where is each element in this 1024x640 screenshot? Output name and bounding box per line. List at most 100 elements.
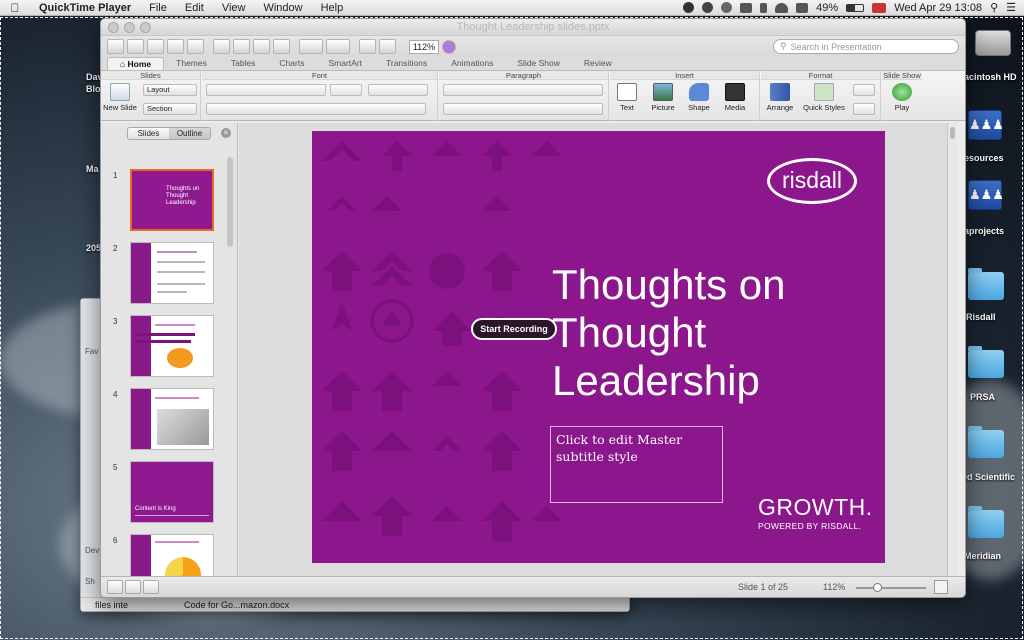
- desktop-item-label[interactable]: Ma: [86, 164, 99, 174]
- desktop-item-label[interactable]: Risdall: [966, 312, 996, 322]
- wifi-icon[interactable]: [775, 2, 789, 13]
- tab-transitions[interactable]: Transitions: [374, 57, 439, 70]
- desktop-item-label[interactable]: PRSA: [970, 392, 995, 402]
- normal-view-icon[interactable]: [107, 580, 123, 594]
- menu-window[interactable]: Window: [254, 2, 311, 14]
- presenter-view-icon[interactable]: [143, 580, 159, 594]
- list-buttons[interactable]: [443, 84, 603, 96]
- desktop-item-label[interactable]: esources: [964, 153, 1004, 163]
- start-recording-button[interactable]: Start Recording: [471, 318, 557, 340]
- section-button[interactable]: Section: [143, 103, 197, 115]
- fill-color-button[interactable]: [853, 84, 875, 96]
- menu-file[interactable]: File: [140, 2, 176, 14]
- help-icon[interactable]: [442, 39, 456, 54]
- time-machine-icon[interactable]: [721, 2, 733, 13]
- cut-icon[interactable]: [213, 39, 230, 54]
- tab-themes[interactable]: Themes: [164, 57, 219, 70]
- tab-smartart[interactable]: SmartArt: [316, 57, 374, 70]
- save-icon[interactable]: [167, 39, 184, 54]
- format-painter-icon[interactable]: [273, 39, 290, 54]
- tab-outline-view[interactable]: Outline: [169, 128, 210, 139]
- arrange-button[interactable]: Arrange: [763, 83, 797, 112]
- tab-home[interactable]: ⌂ Home: [107, 57, 165, 70]
- close-pane-icon[interactable]: ×: [221, 128, 231, 138]
- fit-to-window-icon[interactable]: [934, 580, 948, 594]
- folder-icon[interactable]: [968, 346, 1004, 378]
- stop-record-icon[interactable]: [702, 2, 714, 13]
- finder-item[interactable]: Code for Go...mazon.docx: [134, 600, 295, 610]
- apple-menu-icon[interactable]: : [0, 1, 30, 15]
- pane-scrollbar[interactable]: [227, 157, 233, 247]
- font-size-field[interactable]: [330, 84, 362, 96]
- desktop-item-label[interactable]: acintosh HD: [964, 72, 1017, 82]
- print-icon[interactable]: [187, 39, 204, 54]
- zoom-slider-track[interactable]: [856, 587, 926, 589]
- zoom-slider-knob[interactable]: [873, 583, 882, 592]
- desktop-item-label[interactable]: aprojects: [964, 226, 1004, 236]
- bluetooth-icon[interactable]: [760, 2, 768, 13]
- slide-thumbnail[interactable]: [130, 388, 214, 450]
- slide-thumbnail[interactable]: Content is King: [130, 461, 214, 523]
- airplay-icon[interactable]: [740, 2, 753, 13]
- desktop-item-label[interactable]: ed Scientific: [962, 472, 1015, 482]
- redo-icon[interactable]: [326, 39, 350, 54]
- paste-icon[interactable]: [253, 39, 270, 54]
- slide-title[interactable]: Thoughts on Thought Leadership: [552, 261, 872, 405]
- undo-icon[interactable]: [299, 39, 323, 54]
- evernote-icon[interactable]: [683, 2, 695, 13]
- menu-clock[interactable]: Wed Apr 29 13:08: [894, 2, 982, 14]
- open-icon[interactable]: [147, 39, 164, 54]
- copy-icon[interactable]: [233, 39, 250, 54]
- alignment-buttons[interactable]: [443, 103, 603, 115]
- insert-media-button[interactable]: Media: [718, 83, 752, 112]
- play-button[interactable]: Play: [885, 83, 919, 112]
- menu-edit[interactable]: Edit: [176, 2, 213, 14]
- layout-button[interactable]: Layout: [143, 84, 197, 96]
- insert-text-button[interactable]: Text: [610, 83, 644, 112]
- folder-icon[interactable]: [968, 268, 1004, 300]
- menu-view[interactable]: View: [213, 2, 255, 14]
- new-doc-icon[interactable]: [107, 39, 124, 54]
- templates-icon[interactable]: [127, 39, 144, 54]
- tab-animations[interactable]: Animations: [439, 57, 505, 70]
- finder-item[interactable]: files inte: [81, 600, 134, 610]
- slide-sorter-icon[interactable]: [125, 580, 141, 594]
- slide-thumbnail[interactable]: Thoughts on Thought Leadership: [130, 169, 214, 231]
- desktop-item-label[interactable]: Blo: [86, 84, 101, 94]
- font-grow-shrink[interactable]: [368, 84, 428, 96]
- canvas-scrollbar[interactable]: [947, 123, 957, 578]
- insert-shape-button[interactable]: Shape: [682, 83, 716, 112]
- tab-slides-view[interactable]: Slides: [128, 128, 169, 139]
- line-color-button[interactable]: [853, 103, 875, 115]
- menu-help[interactable]: Help: [312, 2, 353, 14]
- slide[interactable]: risdall Thoughts on Thought Leadership C…: [312, 131, 885, 563]
- insert-picture-button[interactable]: Picture: [646, 83, 680, 112]
- notification-center-icon[interactable]: ☰: [1006, 1, 1016, 14]
- slide-thumbnail[interactable]: [130, 242, 214, 304]
- font-name-field[interactable]: [206, 84, 326, 96]
- network-drive-icon[interactable]: ♟♟♟: [968, 110, 1004, 140]
- new-slide-button[interactable]: New Slide: [103, 83, 137, 112]
- tab-charts[interactable]: Charts: [267, 57, 316, 70]
- subtitle-placeholder-text[interactable]: Click to edit Master subtitle style: [556, 431, 716, 465]
- desktop-item-label[interactable]: 205: [86, 243, 101, 253]
- font-format-buttons[interactable]: [206, 103, 426, 115]
- search-input[interactable]: ⚲ Search in Presentation: [773, 39, 959, 54]
- tab-tables[interactable]: Tables: [219, 57, 268, 70]
- scroll-thumb[interactable]: [950, 127, 955, 139]
- slide-thumbnail[interactable]: [130, 315, 214, 377]
- battery-icon[interactable]: [846, 3, 865, 12]
- flag-icon[interactable]: [872, 2, 887, 13]
- hard-drive-icon[interactable]: [975, 30, 1011, 56]
- folder-icon[interactable]: [968, 506, 1004, 538]
- desktop-item-label[interactable]: Meridian: [964, 551, 1001, 561]
- network-drive-icon[interactable]: ♟♟♟: [968, 180, 1004, 210]
- volume-icon[interactable]: [796, 2, 809, 13]
- tab-slide-show[interactable]: Slide Show: [505, 57, 572, 70]
- folder-icon[interactable]: [968, 426, 1004, 458]
- tab-review[interactable]: Review: [572, 57, 624, 70]
- menu-app-name[interactable]: QuickTime Player: [30, 2, 140, 14]
- zoom-field[interactable]: 112%: [409, 39, 439, 54]
- media-browser-icon[interactable]: [379, 39, 396, 54]
- slideshow-icon[interactable]: [359, 39, 376, 54]
